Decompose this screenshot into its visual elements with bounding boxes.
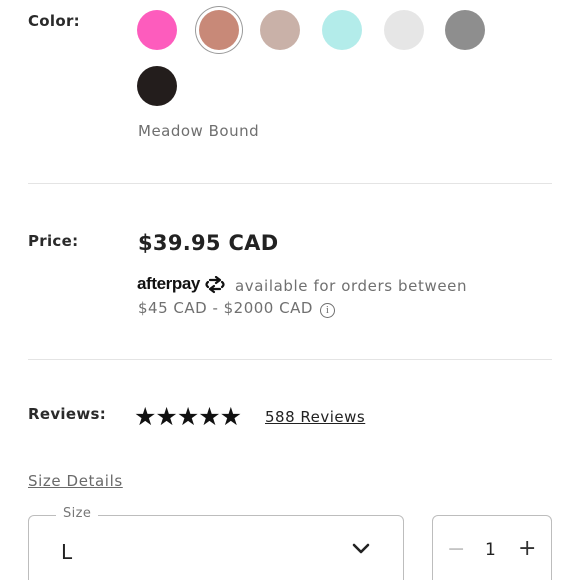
afterpay-logo: afterpay <box>137 274 200 293</box>
rating-stars: ★★★★★ <box>134 402 242 431</box>
swatch-terracotta[interactable] <box>199 10 239 50</box>
price-value: $39.95 CAD <box>138 231 279 255</box>
chevron-down-icon[interactable] <box>352 542 370 556</box>
quantity-increase-button[interactable]: + <box>518 538 536 560</box>
divider <box>28 359 552 360</box>
afterpay-range-text: $45 CAD - $2000 CAD <box>138 299 313 317</box>
size-select[interactable] <box>28 515 404 580</box>
quantity-decrease-button[interactable]: − <box>447 539 465 561</box>
size-details-link[interactable]: Size Details <box>28 472 123 490</box>
afterpay-availability-text: available for orders between <box>235 277 468 295</box>
size-selected-value: L <box>61 540 73 564</box>
info-icon[interactable]: i <box>320 303 336 318</box>
selected-color-name: Meadow Bound <box>138 122 260 140</box>
swatch-taupe[interactable] <box>260 10 300 50</box>
afterpay-arrows-icon <box>205 276 225 294</box>
price-label: Price: <box>28 232 79 250</box>
divider <box>28 183 552 184</box>
afterpay-range: $45 CAD - $2000 CAD i <box>138 299 336 318</box>
reviews-label: Reviews: <box>28 405 107 423</box>
reviews-count-link[interactable]: 588 Reviews <box>265 408 365 426</box>
swatch-light-aqua[interactable] <box>322 10 362 50</box>
size-select-label: Size <box>56 506 99 521</box>
color-label: Color: <box>28 12 80 30</box>
quantity-value[interactable]: 1 <box>485 540 496 560</box>
swatch-hot-pink[interactable] <box>137 10 177 50</box>
swatch-black[interactable] <box>137 66 177 106</box>
swatch-light-grey[interactable] <box>384 10 424 50</box>
swatch-heather-grey[interactable] <box>445 10 485 50</box>
